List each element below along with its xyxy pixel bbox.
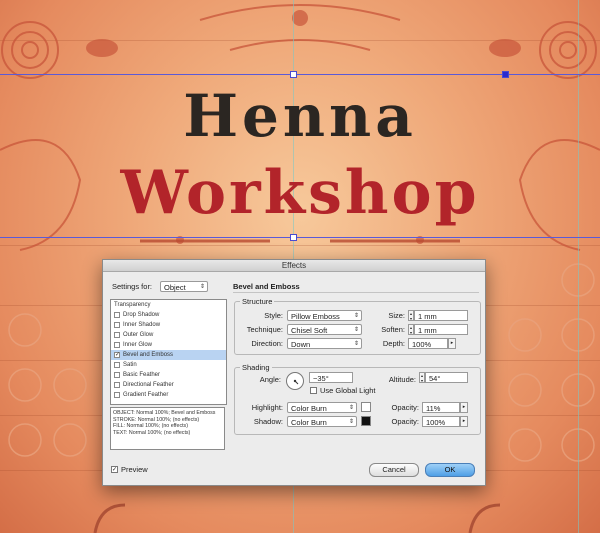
size-label: Size: — [388, 311, 405, 320]
technique-label: Technique: — [246, 325, 283, 334]
list-item-basic-feather[interactable]: Basic Feather — [111, 370, 226, 380]
dialog-title: Effects — [103, 260, 485, 272]
use-global-light-checkbox[interactable] — [310, 387, 317, 394]
selection-handle[interactable] — [290, 71, 297, 78]
checkbox[interactable] — [114, 312, 120, 318]
shading-heading: Shading — [240, 363, 272, 372]
soften-label: Soften: — [381, 325, 405, 334]
list-header[interactable]: Transparency — [111, 300, 226, 310]
selection-handle[interactable] — [290, 234, 297, 241]
list-item-label: Inner Shadow — [123, 322, 161, 328]
list-item-label: Outer Glow — [123, 332, 154, 338]
chevron-updown-icon: ⇕ — [353, 327, 359, 333]
shadow-color-swatch[interactable] — [361, 416, 371, 426]
list-item-label: Bevel and Emboss — [123, 352, 174, 358]
direction-label: Direction: — [251, 339, 283, 348]
technique-value: Chisel Soft — [291, 326, 328, 335]
style-value: Pillow Emboss — [291, 312, 340, 321]
list-item-label: Basic Feather — [123, 372, 161, 378]
list-item-directional-feather[interactable]: Directional Feather — [111, 380, 226, 390]
checkbox[interactable] — [114, 382, 120, 388]
checkbox[interactable]: ✓ — [114, 352, 120, 358]
effects-list: Transparency Drop Shadow Inner Shadow Ou… — [110, 299, 227, 405]
list-item-outer-glow[interactable]: Outer Glow — [111, 330, 226, 340]
list-item-label: Satin — [123, 362, 137, 368]
angle-field[interactable]: −35° — [309, 372, 353, 383]
checkbox[interactable] — [114, 362, 120, 368]
section-title: Bevel and Emboss — [233, 282, 300, 291]
chevron-updown-icon: ⇕ — [199, 284, 205, 290]
highlight-label: Highlight: — [251, 403, 283, 412]
soften-field[interactable]: 1 mm — [414, 324, 468, 335]
summary-line: OBJECT: Normal 100%; Bevel and Emboss — [113, 410, 216, 416]
depth-field[interactable]: 100% — [408, 338, 448, 349]
selection-guide-top — [0, 74, 600, 75]
shadow-opacity-label: Opacity: — [391, 417, 419, 426]
shadow-opacity-arrow-icon[interactable]: ▸ — [460, 416, 468, 427]
style-label: Style: — [264, 311, 283, 320]
chevron-updown-icon: ⇕ — [353, 341, 359, 347]
angle-label: Angle: — [259, 375, 281, 384]
checkbox[interactable] — [114, 342, 120, 348]
shadow-mode-value: Color Burn — [291, 418, 327, 427]
summary-line: FILL: Normal 100%; (no effects) — [113, 423, 188, 430]
highlight-opacity-field[interactable]: 11% — [422, 402, 460, 413]
checkbox[interactable] — [114, 322, 120, 328]
selection-guide-bottom — [0, 237, 600, 238]
selection-handle[interactable] — [502, 71, 509, 78]
list-item-inner-shadow[interactable]: Inner Shadow — [111, 320, 226, 330]
angle-dial-needle — [293, 379, 299, 385]
effects-dialog: Effects Settings for: Object ⇕ Bevel and … — [102, 259, 486, 486]
chevron-updown-icon: ⇕ — [353, 313, 359, 319]
checkbox[interactable] — [114, 392, 120, 398]
shadow-opacity-field[interactable]: 100% — [422, 416, 460, 427]
highlight-opacity-arrow-icon[interactable]: ▸ — [460, 402, 468, 413]
preview-checkbox[interactable]: ✓ — [111, 466, 118, 473]
shadow-label: Shadow: — [253, 417, 283, 426]
angle-dial[interactable] — [286, 372, 304, 390]
settings-for-label: Settings for: — [112, 282, 153, 291]
preview-label: Preview — [121, 465, 148, 474]
effects-summary: OBJECT: Normal 100%; Bevel and Emboss ST… — [110, 407, 225, 450]
structure-heading: Structure — [240, 297, 275, 306]
list-item-gradient-feather[interactable]: Gradient Feather — [111, 390, 226, 400]
checkbox[interactable] — [114, 332, 120, 338]
settings-for-value: Object — [164, 283, 186, 292]
chevron-updown-icon: ⇕ — [348, 405, 354, 411]
poster-title-line2: Workshop — [120, 158, 480, 228]
altitude-field[interactable]: 54° — [425, 372, 468, 383]
highlight-color-swatch[interactable] — [361, 402, 371, 412]
poster-title-line1: Henna — [183, 82, 417, 150]
list-item-label: Gradient Feather — [123, 392, 169, 398]
settings-for-select[interactable]: Object ⇕ — [160, 281, 208, 292]
shadow-mode-select[interactable]: Color Burn ⇕ — [287, 416, 357, 427]
technique-select[interactable]: Chisel Soft ⇕ — [287, 324, 362, 335]
list-item-inner-glow[interactable]: Inner Glow — [111, 340, 226, 350]
list-item-label: Drop Shadow — [123, 312, 160, 318]
checkbox[interactable] — [114, 372, 120, 378]
list-item-bevel-emboss[interactable]: ✓ Bevel and Emboss — [111, 350, 226, 360]
summary-line: STROKE: Normal 100%; (no effects) — [113, 416, 200, 423]
cancel-button[interactable]: Cancel — [369, 463, 419, 477]
chevron-updown-icon: ⇕ — [348, 419, 354, 425]
summary-line: TEXT: Normal 100%; (no effects) — [113, 429, 191, 436]
list-item-satin[interactable]: Satin — [111, 360, 226, 370]
highlight-mode-value: Color Burn — [291, 404, 327, 413]
size-field[interactable]: 1 mm — [414, 310, 468, 321]
list-item-drop-shadow[interactable]: Drop Shadow — [111, 310, 226, 320]
list-item-label: Directional Feather — [123, 382, 174, 388]
highlight-mode-select[interactable]: Color Burn ⇕ — [287, 402, 357, 413]
list-item-label: Inner Glow — [123, 342, 153, 348]
use-global-light-label: Use Global Light — [320, 386, 376, 395]
direction-select[interactable]: Down ⇕ — [287, 338, 362, 349]
ok-button[interactable]: OK — [425, 463, 475, 477]
depth-popup-arrow-icon[interactable]: ▸ — [448, 338, 456, 349]
divider — [233, 292, 479, 293]
depth-label: Depth: — [382, 339, 405, 348]
altitude-label: Altitude: — [388, 375, 416, 384]
style-select[interactable]: Pillow Emboss ⇕ — [287, 310, 362, 321]
direction-value: Down — [291, 340, 311, 349]
vertical-guide — [578, 0, 579, 533]
highlight-opacity-label: Opacity: — [391, 403, 419, 412]
